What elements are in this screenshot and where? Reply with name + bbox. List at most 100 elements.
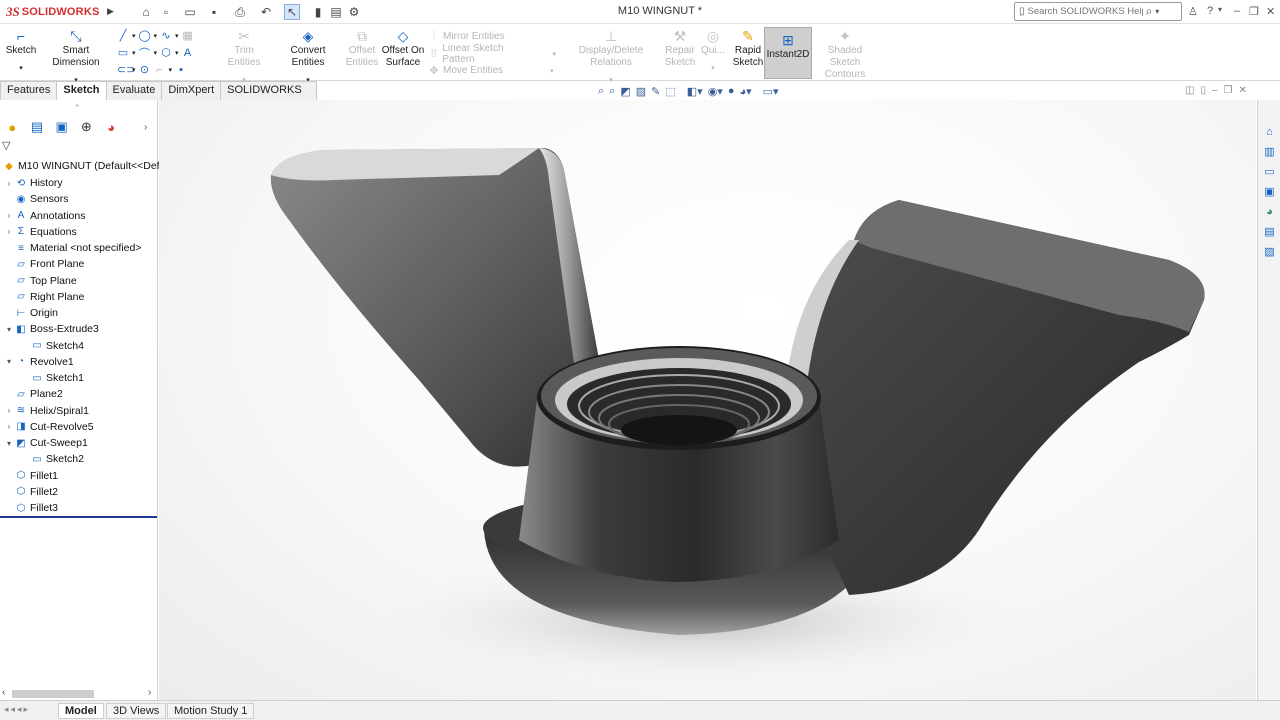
tree-item[interactable]: ⬡ Fillet2 [4, 484, 58, 500]
point-icon[interactable]: ⊙ [139, 63, 151, 76]
line-icon[interactable]: ╱ [117, 29, 129, 42]
tab-features[interactable]: Features [0, 81, 58, 100]
tree-item[interactable]: › ≋ Helix/Spiral1 [4, 403, 89, 419]
dynamic-annotation-icon[interactable]: ✎ [651, 85, 660, 98]
tree-item[interactable]: › ⟲ History [4, 175, 63, 191]
print-icon[interactable]: ⎙ [232, 4, 248, 20]
tab-3d-views[interactable]: 3D Views [106, 703, 167, 719]
move-entities-button[interactable]: ✥ Move Entities ▾ [428, 62, 556, 79]
new-document-icon[interactable]: ▫ [158, 4, 174, 20]
tab-scroll-arrows-icon[interactable]: ◂◂◂▸ [4, 704, 30, 715]
tree-root-part[interactable]: ◆ M10 WINGNUT (Default<<Defa [2, 158, 165, 174]
menu-expand-arrow-icon[interactable]: ▶ [107, 6, 114, 17]
help-icon[interactable]: ? [1207, 5, 1213, 17]
trim-entities-button[interactable]: ✂ Trim Entities ▾ [218, 28, 270, 87]
property-manager-tab-icon[interactable]: ▤ [25, 117, 50, 137]
tree-item[interactable]: ▭ Sketch1 [20, 370, 84, 386]
sketch-button[interactable]: ⌐ Sketch ▾ [5, 28, 37, 75]
view-settings-icon[interactable]: ▭▾ [763, 85, 779, 98]
tree-item[interactable]: ▱ Right Plane [4, 289, 84, 305]
previous-view-icon[interactable]: ◩ [620, 85, 630, 98]
rebuild-icon[interactable]: ▮ [310, 4, 326, 20]
zoom-to-area-icon[interactable]: ⌕ [609, 85, 615, 98]
minimize-window-icon[interactable]: – [1234, 5, 1240, 17]
file-explorer-icon[interactable]: ▭ [1262, 164, 1277, 179]
expand-arrow-icon[interactable]: › [4, 406, 14, 415]
collapse-arrow-icon[interactable]: ▾ [4, 357, 14, 366]
restore-window-icon[interactable]: ❐ [1249, 5, 1259, 18]
tree-item[interactable]: ▭ Sketch2 [20, 451, 84, 467]
design-library-icon[interactable]: ▥ [1262, 144, 1277, 159]
view-palette-icon[interactable]: ▣ [1262, 184, 1277, 199]
rectangle-icon[interactable]: ▭ [117, 46, 129, 59]
tab-sketch[interactable]: Sketch [56, 81, 107, 100]
collapse-arrow-icon[interactable]: ▾ [4, 325, 14, 334]
scrollbar-thumb[interactable] [12, 690, 94, 698]
tile-window-icon[interactable]: ◫ [1185, 85, 1194, 96]
tab-evaluate[interactable]: Evaluate [105, 81, 163, 100]
tree-item[interactable]: ▾ ◩ Cut-Sweep1 [4, 435, 88, 451]
close-document-icon[interactable]: ✕ [1239, 85, 1247, 96]
panel-splitter-grip[interactable]: • [76, 103, 78, 110]
tab-solidworks-add-ins[interactable]: SOLIDWORKS Add-Ins [220, 81, 317, 113]
tree-item[interactable]: ⊢ Origin [4, 305, 58, 321]
options-gear-icon[interactable]: ⚙ [346, 4, 362, 20]
arc-icon[interactable]: ⌒ [139, 45, 151, 61]
rapid-sketch-button[interactable]: ✎ Rapid Sketch [732, 28, 764, 69]
repair-sketch-button[interactable]: ⚒ Repair Sketch [664, 28, 696, 69]
zoom-to-fit-icon[interactable]: ⌕ [598, 85, 604, 98]
help-search-input[interactable] [1027, 6, 1143, 17]
section-view-icon[interactable]: ▧ [636, 85, 646, 98]
display-manager-tab-icon[interactable]: ◕ [99, 117, 124, 137]
solidworks-forum-icon[interactable]: ▨ [1262, 244, 1277, 259]
tree-item[interactable]: ▱ Front Plane [4, 256, 84, 272]
tree-item[interactable]: ▭ Sketch4 [20, 338, 84, 354]
circle-icon[interactable]: ◯ [139, 29, 151, 42]
tab-dimxpert[interactable]: DimXpert [161, 81, 222, 100]
split-window-icon[interactable]: ▯ [1200, 85, 1206, 96]
solidworks-resources-icon[interactable]: ⌂ [1262, 124, 1277, 139]
collapse-arrow-icon[interactable]: ▾ [4, 439, 14, 448]
convert-entities-button[interactable]: ◈ Convert Entities ▾ [274, 28, 342, 87]
tab-model[interactable]: Model [58, 703, 104, 719]
apply-scene-icon[interactable]: ◕▾ [739, 85, 751, 98]
undo-icon[interactable]: ↶ [258, 4, 274, 20]
open-folder-icon[interactable]: ▭ [182, 4, 198, 20]
expand-arrow-icon[interactable]: › [4, 211, 14, 220]
solidworks-logo[interactable]: 3S SOLIDWORKS [6, 3, 104, 21]
graphics-viewport[interactable] [159, 100, 1256, 700]
tree-item[interactable]: › ◨ Cut-Revolve5 [4, 419, 94, 435]
wingnut-3d-model[interactable] [159, 100, 1256, 700]
search-icon[interactable]: ⌕ [1146, 4, 1153, 19]
expand-arrow-icon[interactable]: › [4, 227, 14, 236]
home-icon[interactable]: ⌂ [138, 4, 154, 20]
restore-document-icon[interactable]: ❐ [1224, 85, 1233, 96]
spline-icon[interactable]: ∿ [160, 29, 172, 42]
help-search-box[interactable]: ▯ ⌕ ▾ [1014, 2, 1182, 21]
quick-snaps-button[interactable]: ◎ Qui... ▾ [700, 28, 726, 75]
tree-item[interactable]: ⬡ Fillet1 [4, 468, 58, 484]
offset-entities-button[interactable]: ⧉ Offset Entities [344, 28, 380, 69]
close-window-icon[interactable]: ✕ [1266, 5, 1275, 18]
offset-on-surface-button[interactable]: ◇ Offset On Surface [381, 28, 425, 69]
display-delete-relations-button[interactable]: ⊥ Display/Delete Relations ▾ [560, 28, 662, 87]
configuration-manager-tab-icon[interactable]: ▣ [49, 117, 74, 137]
user-account-icon[interactable]: ♙ [1188, 5, 1198, 18]
dimxpert-manager-tab-icon[interactable]: ⊕ [74, 117, 99, 137]
search-dropdown-icon[interactable]: ▾ [1155, 7, 1159, 16]
feature-tree-filter[interactable]: ▽ [2, 139, 156, 155]
tree-item[interactable]: › A Annotations [4, 208, 86, 224]
surface-spline-icon[interactable]: ▦ [182, 29, 194, 42]
help-dropdown-icon[interactable]: ▾ [1218, 5, 1222, 14]
tree-item[interactable]: ⬡ Fillet3 [4, 500, 58, 516]
linear-sketch-pattern-button[interactable]: ⁞⁞ Linear Sketch Pattern ▾ [428, 43, 556, 65]
shaded-sketch-contours-button[interactable]: ✦ Shaded Sketch Contours [814, 28, 876, 81]
fillet-sketch-icon[interactable]: ⌐ [154, 64, 166, 76]
minimize-document-icon[interactable]: – [1212, 85, 1218, 96]
feature-manager-tab-icon[interactable]: ● [0, 117, 25, 137]
slot-icon[interactable]: ⊂⊃ [117, 63, 135, 76]
instant2d-button[interactable]: ⊞ Instant2D [764, 27, 812, 79]
save-icon[interactable]: ▪ [206, 4, 222, 20]
view-orientation-icon[interactable]: ⬚ [665, 85, 675, 98]
appearances-scenes-icon[interactable]: ◕ [1262, 204, 1277, 219]
